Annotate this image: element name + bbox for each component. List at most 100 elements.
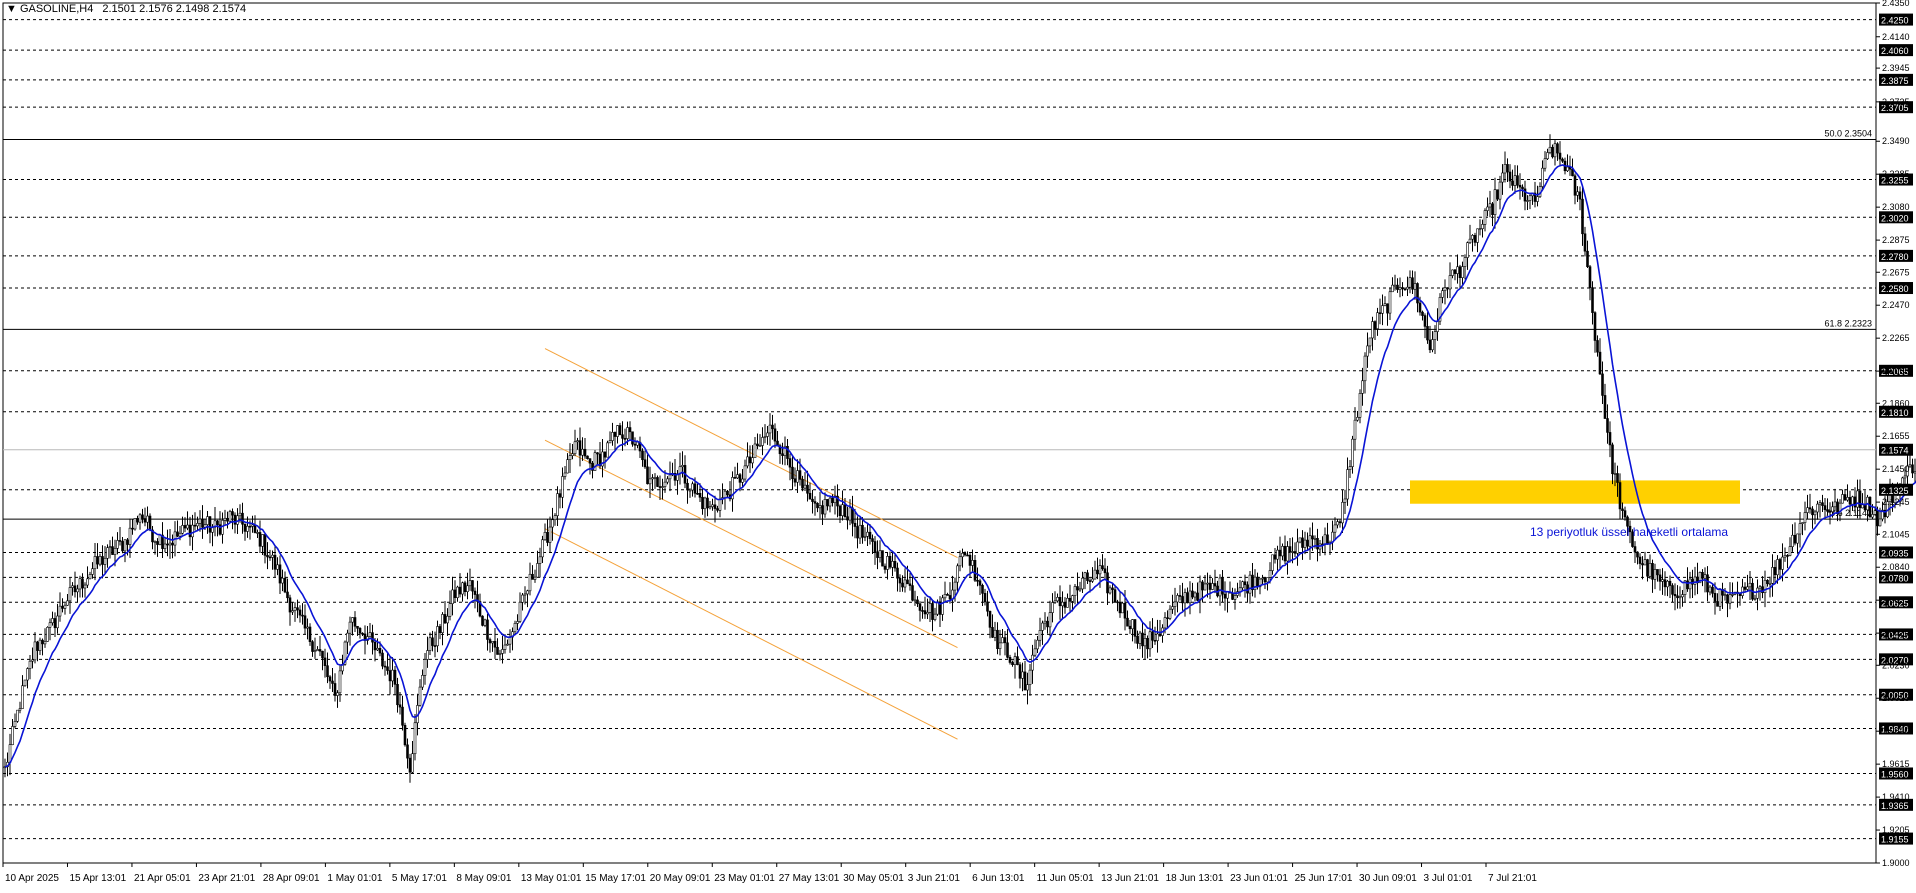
- price-chart[interactable]: 50.0 2.350461.8 2.232373.6 2.1142 2.4250…: [0, 0, 1916, 888]
- candle-body: [1118, 602, 1122, 614]
- candle-body: [1213, 583, 1217, 587]
- candle-body: [1796, 533, 1799, 544]
- candle-body: [1671, 585, 1674, 595]
- candle-body: [523, 593, 527, 596]
- candle-body: [76, 588, 79, 593]
- candle-body: [818, 505, 822, 509]
- candle-body: [436, 626, 439, 647]
- candle-body: [1448, 275, 1452, 290]
- candle-body: [201, 518, 204, 528]
- candle-body: [1001, 637, 1004, 644]
- y-tick-label: 2.0840: [1882, 562, 1910, 572]
- candle-body: [668, 474, 672, 480]
- candle-body: [751, 457, 754, 464]
- candle-body: [788, 458, 792, 468]
- candle-body: [358, 627, 362, 634]
- candle-body: [863, 536, 867, 538]
- candle-body: [901, 582, 904, 588]
- candle-body: [1156, 633, 1159, 641]
- candle-body: [723, 490, 727, 498]
- candle-body: [883, 565, 887, 570]
- dropdown-triangle-icon[interactable]: ▼: [6, 3, 17, 15]
- candle-body: [1003, 637, 1007, 644]
- candle-body: [63, 604, 67, 609]
- candle-body: [1358, 393, 1362, 418]
- candle-body: [1171, 606, 1174, 610]
- candle-body: [238, 512, 242, 517]
- candle-body: [1501, 172, 1504, 183]
- candle-body: [1071, 595, 1074, 602]
- candle-body: [1528, 195, 1532, 201]
- candle-body: [93, 556, 97, 570]
- candle-body: [1263, 577, 1267, 583]
- candle-body: [441, 614, 444, 633]
- candle-body: [1783, 555, 1787, 558]
- candle-body: [1281, 545, 1284, 557]
- candle-body: [483, 619, 487, 626]
- candle-body: [733, 477, 737, 479]
- fib-level-label: 50.0 2.3504: [1824, 128, 1872, 138]
- candle-body: [71, 585, 74, 588]
- candle-body: [1433, 331, 1437, 340]
- y-tick-label: 1.9820: [1882, 726, 1910, 736]
- x-tick-label: 30 Jun 09:01: [1359, 873, 1417, 884]
- candle-body: [976, 579, 979, 582]
- candle-body: [1086, 572, 1089, 581]
- candle-body: [743, 465, 747, 480]
- chart-area[interactable]: ▼ GASOLINE,H4 2.1501 2.1576 2.1498 2.157…: [0, 0, 1916, 888]
- candle-body: [1123, 602, 1127, 619]
- candle-body: [928, 603, 932, 613]
- candle-body: [1613, 473, 1617, 475]
- candle-body: [1556, 143, 1559, 154]
- candle-body: [1646, 559, 1649, 577]
- candle-body: [843, 504, 847, 517]
- candle-body: [1153, 639, 1157, 642]
- candle-body: [993, 629, 997, 638]
- candle-body: [718, 498, 722, 511]
- candle-body: [1621, 508, 1624, 511]
- candle-body: [548, 526, 552, 543]
- candle-body: [1036, 639, 1039, 650]
- candle-body: [531, 573, 534, 580]
- candle-body: [506, 643, 509, 646]
- candle-body: [1396, 284, 1399, 290]
- candle-body: [1316, 538, 1319, 550]
- candle-body: [966, 554, 969, 557]
- candle-body: [1093, 569, 1097, 580]
- candle-body: [1581, 198, 1584, 235]
- candle-body: [371, 632, 374, 643]
- x-tick-label: 23 May 01:01: [714, 873, 775, 884]
- candle-body: [1706, 574, 1709, 593]
- candle-body: [603, 451, 607, 458]
- candle-body: [316, 649, 319, 652]
- candle-body: [1753, 597, 1757, 600]
- candle-body: [291, 610, 294, 613]
- candle-body: [348, 621, 352, 634]
- candle-body: [1473, 235, 1477, 243]
- candle-body: [1506, 164, 1509, 173]
- candle-body: [991, 627, 994, 638]
- candle-body: [58, 605, 62, 617]
- candle-body: [996, 629, 999, 649]
- symbol-label: GASOLINE,H4: [19, 3, 94, 15]
- y-tick-label: 2.1655: [1882, 431, 1910, 441]
- candle-body: [771, 424, 774, 430]
- candle-body: [206, 516, 209, 525]
- candle-body: [1458, 266, 1462, 278]
- candle-body: [1463, 257, 1467, 267]
- candle-body: [448, 603, 452, 617]
- candle-body: [133, 518, 137, 530]
- x-tick-label: 3 Jun 21:01: [908, 873, 961, 884]
- candle-body: [1718, 588, 1722, 607]
- candle-body: [1366, 345, 1369, 357]
- candle-body: [1746, 586, 1749, 590]
- candle-body: [1786, 555, 1789, 557]
- candle-body: [1586, 250, 1589, 267]
- candle-body: [1111, 587, 1114, 590]
- candle-body: [426, 650, 429, 660]
- candle-body: [1103, 568, 1107, 574]
- candle-body: [1313, 538, 1317, 540]
- x-tick-label: 13 Jun 21:01: [1101, 873, 1159, 884]
- x-tick-label: 6 Jun 13:01: [972, 873, 1025, 884]
- candle-body: [1376, 312, 1379, 329]
